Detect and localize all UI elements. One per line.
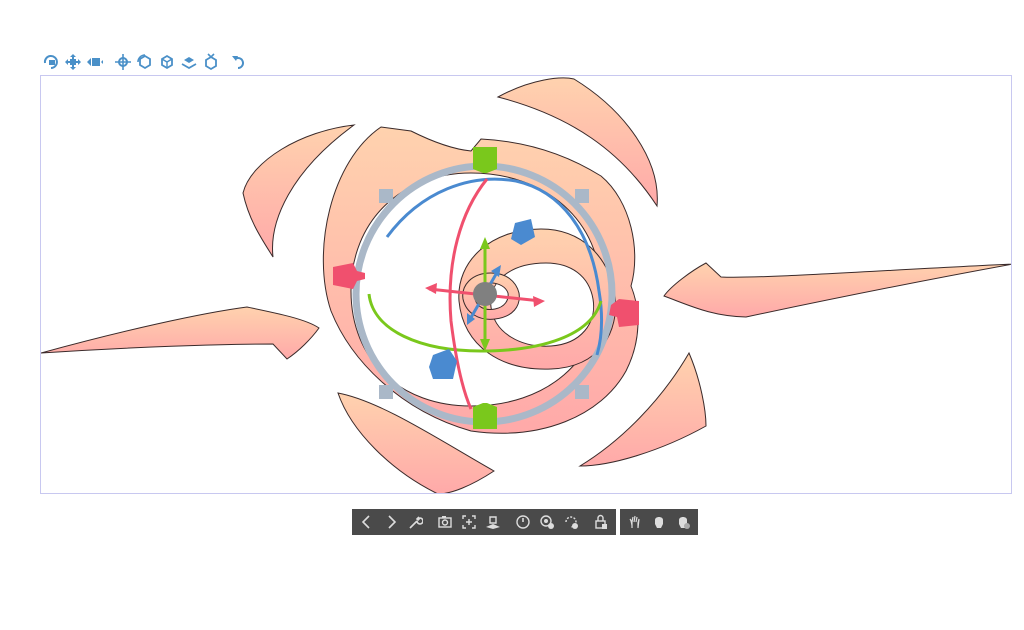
fit-selection-icon[interactable] xyxy=(458,511,480,533)
rotate-object-axis-icon[interactable] xyxy=(158,53,176,71)
green-handle-bottom[interactable] xyxy=(473,403,497,429)
previous-icon[interactable] xyxy=(356,511,378,533)
pose-left-hand-icon[interactable] xyxy=(624,511,646,533)
camera-icon[interactable] xyxy=(434,511,456,533)
scale-object-icon[interactable] xyxy=(202,53,220,71)
ring-handle-br[interactable] xyxy=(575,385,589,399)
spike-left[interactable] xyxy=(41,306,320,360)
lock-icon[interactable] xyxy=(590,511,612,533)
move-camera-icon[interactable] xyxy=(86,53,104,71)
hand-pose-group xyxy=(620,509,698,535)
reset-angle-icon[interactable] xyxy=(536,511,558,533)
object-actions-group xyxy=(352,509,616,535)
undo-camera-icon[interactable] xyxy=(230,53,248,71)
spike-right[interactable] xyxy=(663,262,1012,318)
rotate-object-icon[interactable] xyxy=(136,53,154,71)
green-handle-top[interactable] xyxy=(473,147,497,173)
reset-pose-icon[interactable] xyxy=(512,511,534,533)
move-object-icon[interactable] xyxy=(114,53,132,71)
camera-toolbar xyxy=(42,52,248,72)
object-launcher-bar xyxy=(352,509,698,535)
ring-handle-bl[interactable] xyxy=(379,385,393,399)
pan-camera-icon[interactable] xyxy=(64,53,82,71)
pose-hand-icon[interactable] xyxy=(648,511,670,533)
ring-handle-tr[interactable] xyxy=(575,189,589,203)
pivot-point[interactable] xyxy=(473,282,497,306)
pose-right-hand-icon[interactable] xyxy=(672,511,694,533)
next-icon[interactable] xyxy=(380,511,402,533)
ground-icon[interactable] xyxy=(482,511,504,533)
blue-handle-bottom[interactable] xyxy=(429,349,457,379)
reset-rotation-icon[interactable] xyxy=(560,511,582,533)
wrench-icon[interactable] xyxy=(404,511,426,533)
move-object-plane-icon[interactable] xyxy=(180,53,198,71)
3d-viewport[interactable] xyxy=(40,75,1012,494)
ring-handle-tl[interactable] xyxy=(379,189,393,203)
rotate-camera-icon[interactable] xyxy=(42,53,60,71)
scene-canvas[interactable] xyxy=(41,76,1012,494)
